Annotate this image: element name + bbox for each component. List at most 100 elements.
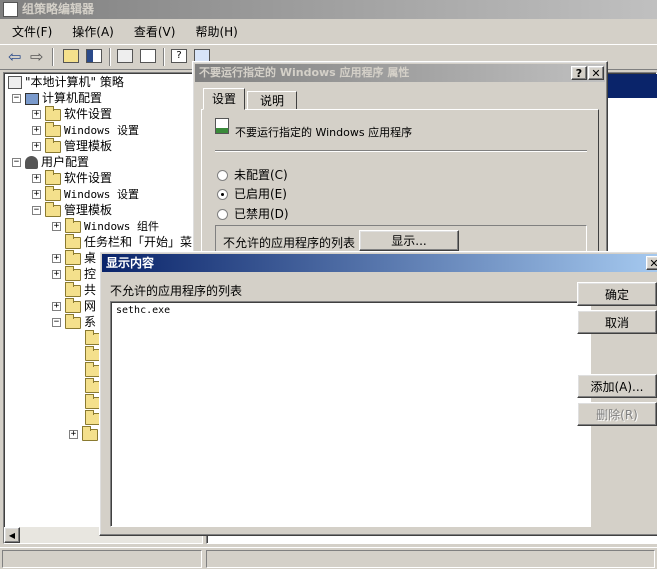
show-contents-close-button[interactable]: ✕ xyxy=(646,256,657,270)
expand-icon[interactable]: + xyxy=(32,190,41,199)
expand-icon[interactable]: + xyxy=(32,174,41,183)
policy-setting-icon xyxy=(215,118,229,134)
list-item[interactable]: sethc.exe xyxy=(116,305,585,316)
tree-user-config[interactable]: − 用户配置 xyxy=(12,154,89,170)
show-contents-title-bar[interactable]: 显示内容 xyxy=(102,254,657,272)
forward-icon[interactable]: ⇨ xyxy=(30,47,43,66)
tree-shared[interactable]: 共 xyxy=(65,281,96,298)
back-icon[interactable]: ⇦ xyxy=(8,47,21,66)
tree-desktop[interactable]: + 桌 xyxy=(52,249,96,266)
cancel-button[interactable]: 取消 xyxy=(577,310,657,334)
show-contents-dialog: 显示内容 ✕ 不允许的应用程序的列表 sethc.exe 确定 取消 添加(A)… xyxy=(99,251,657,536)
tree-taskbar[interactable]: 任务栏和「开始」菜 xyxy=(65,233,192,250)
menu-bar: 文件(F) 操作(A) 查看(V) 帮助(H) xyxy=(0,21,657,42)
folder-icon xyxy=(65,265,81,281)
status-panel-2 xyxy=(206,550,655,568)
folder-icon xyxy=(45,169,61,185)
details-header xyxy=(607,74,657,98)
up-folder-icon[interactable] xyxy=(63,49,79,63)
folder-icon xyxy=(45,105,61,121)
folder-icon xyxy=(45,185,61,201)
toolbar-separator-3 xyxy=(163,48,165,66)
collapse-icon[interactable]: − xyxy=(12,158,21,167)
collapse-icon[interactable]: − xyxy=(52,318,61,327)
tree-computer-config[interactable]: − 计算机配置 xyxy=(12,90,102,106)
expand-icon[interactable]: + xyxy=(32,110,41,119)
policy-name: 不要运行指定的 Windows 应用程序 xyxy=(235,126,413,139)
toolbar-separator xyxy=(52,48,54,66)
tree-cc-software[interactable]: + 软件设置 xyxy=(32,105,112,122)
main-window-title: 组策略编辑器 xyxy=(22,2,95,16)
tab-explain[interactable]: 说明 xyxy=(247,91,297,110)
show-contents-title: 显示内容 xyxy=(106,256,155,270)
folder-icon xyxy=(65,249,81,265)
folder-icon xyxy=(65,281,81,297)
radio-circle-enabled[interactable] xyxy=(217,189,228,200)
show-contents-list[interactable]: sethc.exe xyxy=(110,301,591,527)
user-icon xyxy=(25,156,38,169)
show-button[interactable]: 显示... xyxy=(359,230,459,251)
policy-divider xyxy=(215,150,587,152)
radio-enabled[interactable]: 已启用(E) xyxy=(217,185,287,202)
properties-title: 不要运行指定的 Windows 应用程序 属性 xyxy=(199,66,410,79)
folder-icon xyxy=(65,233,81,249)
export-icon[interactable] xyxy=(140,49,156,63)
expand-icon[interactable]: + xyxy=(69,430,78,439)
menu-help[interactable]: 帮助(H) xyxy=(195,23,237,40)
options-list-label: 不允许的应用程序的列表 xyxy=(223,236,356,250)
collapse-icon[interactable]: − xyxy=(12,94,21,103)
tree-uc-software[interactable]: + 软件设置 xyxy=(32,169,112,186)
folder-icon xyxy=(82,425,98,441)
tree-uc-admin[interactable]: − 管理模板 xyxy=(32,201,112,218)
radio-circle-not-configured[interactable] xyxy=(217,170,228,181)
computer-icon xyxy=(25,92,39,105)
tree-cc-admin[interactable]: + 管理模板 xyxy=(32,137,112,154)
folder-icon xyxy=(45,121,61,137)
app-icon xyxy=(3,2,18,17)
folder-icon xyxy=(45,137,61,153)
toolbar-separator-2 xyxy=(109,48,111,66)
status-panel xyxy=(2,550,202,568)
tree-system[interactable]: − 系 xyxy=(52,313,96,330)
tree-cc-windows[interactable]: + Windows 设置 xyxy=(32,121,139,138)
ok-button[interactable]: 确定 xyxy=(577,282,657,306)
show-tree-icon[interactable] xyxy=(86,49,102,63)
scroll-left-button[interactable]: ◀ xyxy=(4,527,20,543)
collapse-icon[interactable]: − xyxy=(32,206,41,215)
menu-action[interactable]: 操作(A) xyxy=(72,23,114,40)
expand-icon[interactable]: + xyxy=(52,302,61,311)
folder-icon xyxy=(65,297,81,313)
radio-disabled[interactable]: 已禁用(D) xyxy=(217,205,289,222)
tree-windows-components[interactable]: + Windows 组件 xyxy=(52,217,159,234)
properties-icon[interactable] xyxy=(117,49,133,63)
expand-icon[interactable]: + xyxy=(52,254,61,263)
tree-uc-windows[interactable]: + Windows 设置 xyxy=(32,185,139,202)
radio-not-configured[interactable]: 未配置(C) xyxy=(217,166,288,183)
properties-help-button[interactable]: ? xyxy=(571,66,587,80)
expand-icon[interactable]: + xyxy=(32,142,41,151)
show-contents-list-label: 不允许的应用程序的列表 xyxy=(110,284,243,298)
expand-icon[interactable]: + xyxy=(52,270,61,279)
menu-file[interactable]: 文件(F) xyxy=(12,23,52,40)
delete-button[interactable]: 删除(R) xyxy=(577,402,657,426)
main-title-bar[interactable]: 组策略编辑器 xyxy=(0,0,657,19)
help-icon[interactable]: ? xyxy=(171,49,187,63)
expand-icon[interactable]: + xyxy=(32,126,41,135)
menu-view[interactable]: 查看(V) xyxy=(134,23,176,40)
tab-settings[interactable]: 设置 xyxy=(203,88,245,110)
policy-icon xyxy=(8,76,22,89)
expand-icon[interactable]: + xyxy=(52,222,61,231)
folder-icon xyxy=(65,217,81,233)
radio-circle-disabled[interactable] xyxy=(217,209,228,220)
open-folder-icon xyxy=(65,313,81,329)
open-folder-icon xyxy=(45,201,61,217)
status-bar xyxy=(0,547,657,569)
tree-root[interactable]: "本地计算机" 策略 xyxy=(8,74,124,90)
add-button[interactable]: 添加(A)... xyxy=(577,374,657,398)
tree-network[interactable]: + 网 xyxy=(52,297,96,314)
properties-title-bar[interactable]: 不要运行指定的 Windows 应用程序 属性 xyxy=(195,64,605,82)
tree-subfolder-expandable[interactable]: + xyxy=(69,425,101,442)
properties-close-button[interactable]: ✕ xyxy=(588,66,604,80)
properties-dialog: 不要运行指定的 Windows 应用程序 属性 ? ✕ 设置 说明 不要运行指定… xyxy=(192,61,608,261)
tree-control-panel[interactable]: + 控 xyxy=(52,265,96,282)
